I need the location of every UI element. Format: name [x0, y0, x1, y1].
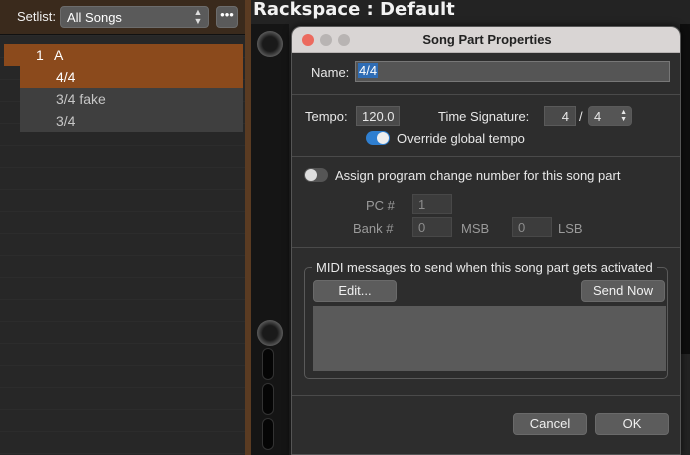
assign-pc-label: Assign program change number for this so…	[335, 168, 621, 183]
setlist-select[interactable]: All Songs ▲ ▼	[60, 6, 209, 28]
pc-label: PC #	[366, 198, 395, 213]
send-now-button[interactable]: Send Now	[581, 280, 665, 302]
song-part-properties-dialog: Song Part Properties Name: 4/4 Tempo: 12…	[291, 26, 681, 455]
name-value: 4/4	[358, 63, 379, 78]
ok-button[interactable]: OK	[595, 413, 669, 435]
separator	[292, 247, 680, 248]
lsb-input[interactable]: 0	[512, 217, 552, 237]
more-options-button[interactable]: •••	[216, 6, 238, 28]
time-signature-label: Time Signature:	[438, 109, 530, 124]
song-name: A	[54, 47, 64, 63]
song-part-label: 3/4 fake	[56, 91, 106, 107]
rack-slot	[262, 383, 274, 415]
lsb-label: LSB	[558, 221, 583, 236]
setlist-selected-value: All Songs	[67, 10, 122, 25]
rackspace-title: Rackspace : Default	[253, 0, 455, 20]
song-part-row[interactable]: 3/4 fake	[20, 88, 243, 110]
tempo-input[interactable]: 120.0	[356, 106, 400, 126]
name-input[interactable]: 4/4	[355, 61, 670, 82]
updown-chevron-icon: ▲ ▼	[193, 7, 203, 26]
song-part-row[interactable]: 3/4	[20, 110, 243, 132]
knob-icon[interactable]	[257, 320, 283, 346]
msb-input[interactable]: 0	[412, 217, 452, 237]
song-number: 1	[36, 47, 44, 63]
ts-denominator-value: 4	[594, 109, 602, 124]
toggle-knob	[305, 169, 317, 181]
setlist-panel: Setlist: All Songs ▲ ▼ ••• 1 A 4/4 3/4 fa…	[0, 0, 245, 455]
tempo-label: Tempo:	[305, 109, 348, 124]
rack-slot	[262, 418, 274, 450]
song-row[interactable]: 1 A	[4, 44, 243, 66]
assign-pc-toggle[interactable]	[304, 168, 328, 182]
midi-group-label: MIDI messages to send when this song par…	[312, 260, 657, 275]
msb-label: MSB	[461, 221, 490, 236]
song-part-row[interactable]: 4/4	[20, 66, 243, 88]
rack-edge	[680, 24, 690, 354]
toggle-knob	[377, 132, 389, 144]
song-part-label: 4/4	[56, 69, 76, 85]
ts-numerator-input[interactable]: 4	[544, 106, 576, 126]
override-tempo-label: Override global tempo	[397, 131, 525, 146]
rack-slot	[262, 348, 274, 380]
override-tempo-toggle[interactable]	[366, 131, 390, 145]
bank-label: Bank #	[353, 221, 394, 236]
name-label: Name:	[311, 65, 350, 80]
edit-button[interactable]: Edit...	[313, 280, 397, 302]
ts-slash: /	[579, 109, 583, 124]
song-list: 1 A 4/4 3/4 fake 3/4	[0, 36, 245, 455]
separator	[292, 94, 680, 95]
cancel-button[interactable]: Cancel	[513, 413, 587, 435]
ts-denominator-select[interactable]: 4 ▲ ▼	[588, 106, 632, 126]
setlist-header: Setlist: All Songs ▲ ▼ •••	[0, 0, 245, 35]
midi-messages-list[interactable]	[313, 306, 666, 371]
separator	[292, 156, 680, 157]
dialog-title: Song Part Properties	[422, 32, 552, 47]
updown-chevron-icon: ▲ ▼	[620, 109, 627, 123]
song-part-label: 3/4	[56, 113, 76, 129]
pc-input[interactable]: 1	[412, 194, 452, 214]
setlist-label: Setlist:	[17, 9, 57, 24]
knob-icon[interactable]	[257, 31, 283, 57]
separator	[292, 395, 680, 396]
dialog-titlebar: Song Part Properties	[292, 27, 680, 53]
